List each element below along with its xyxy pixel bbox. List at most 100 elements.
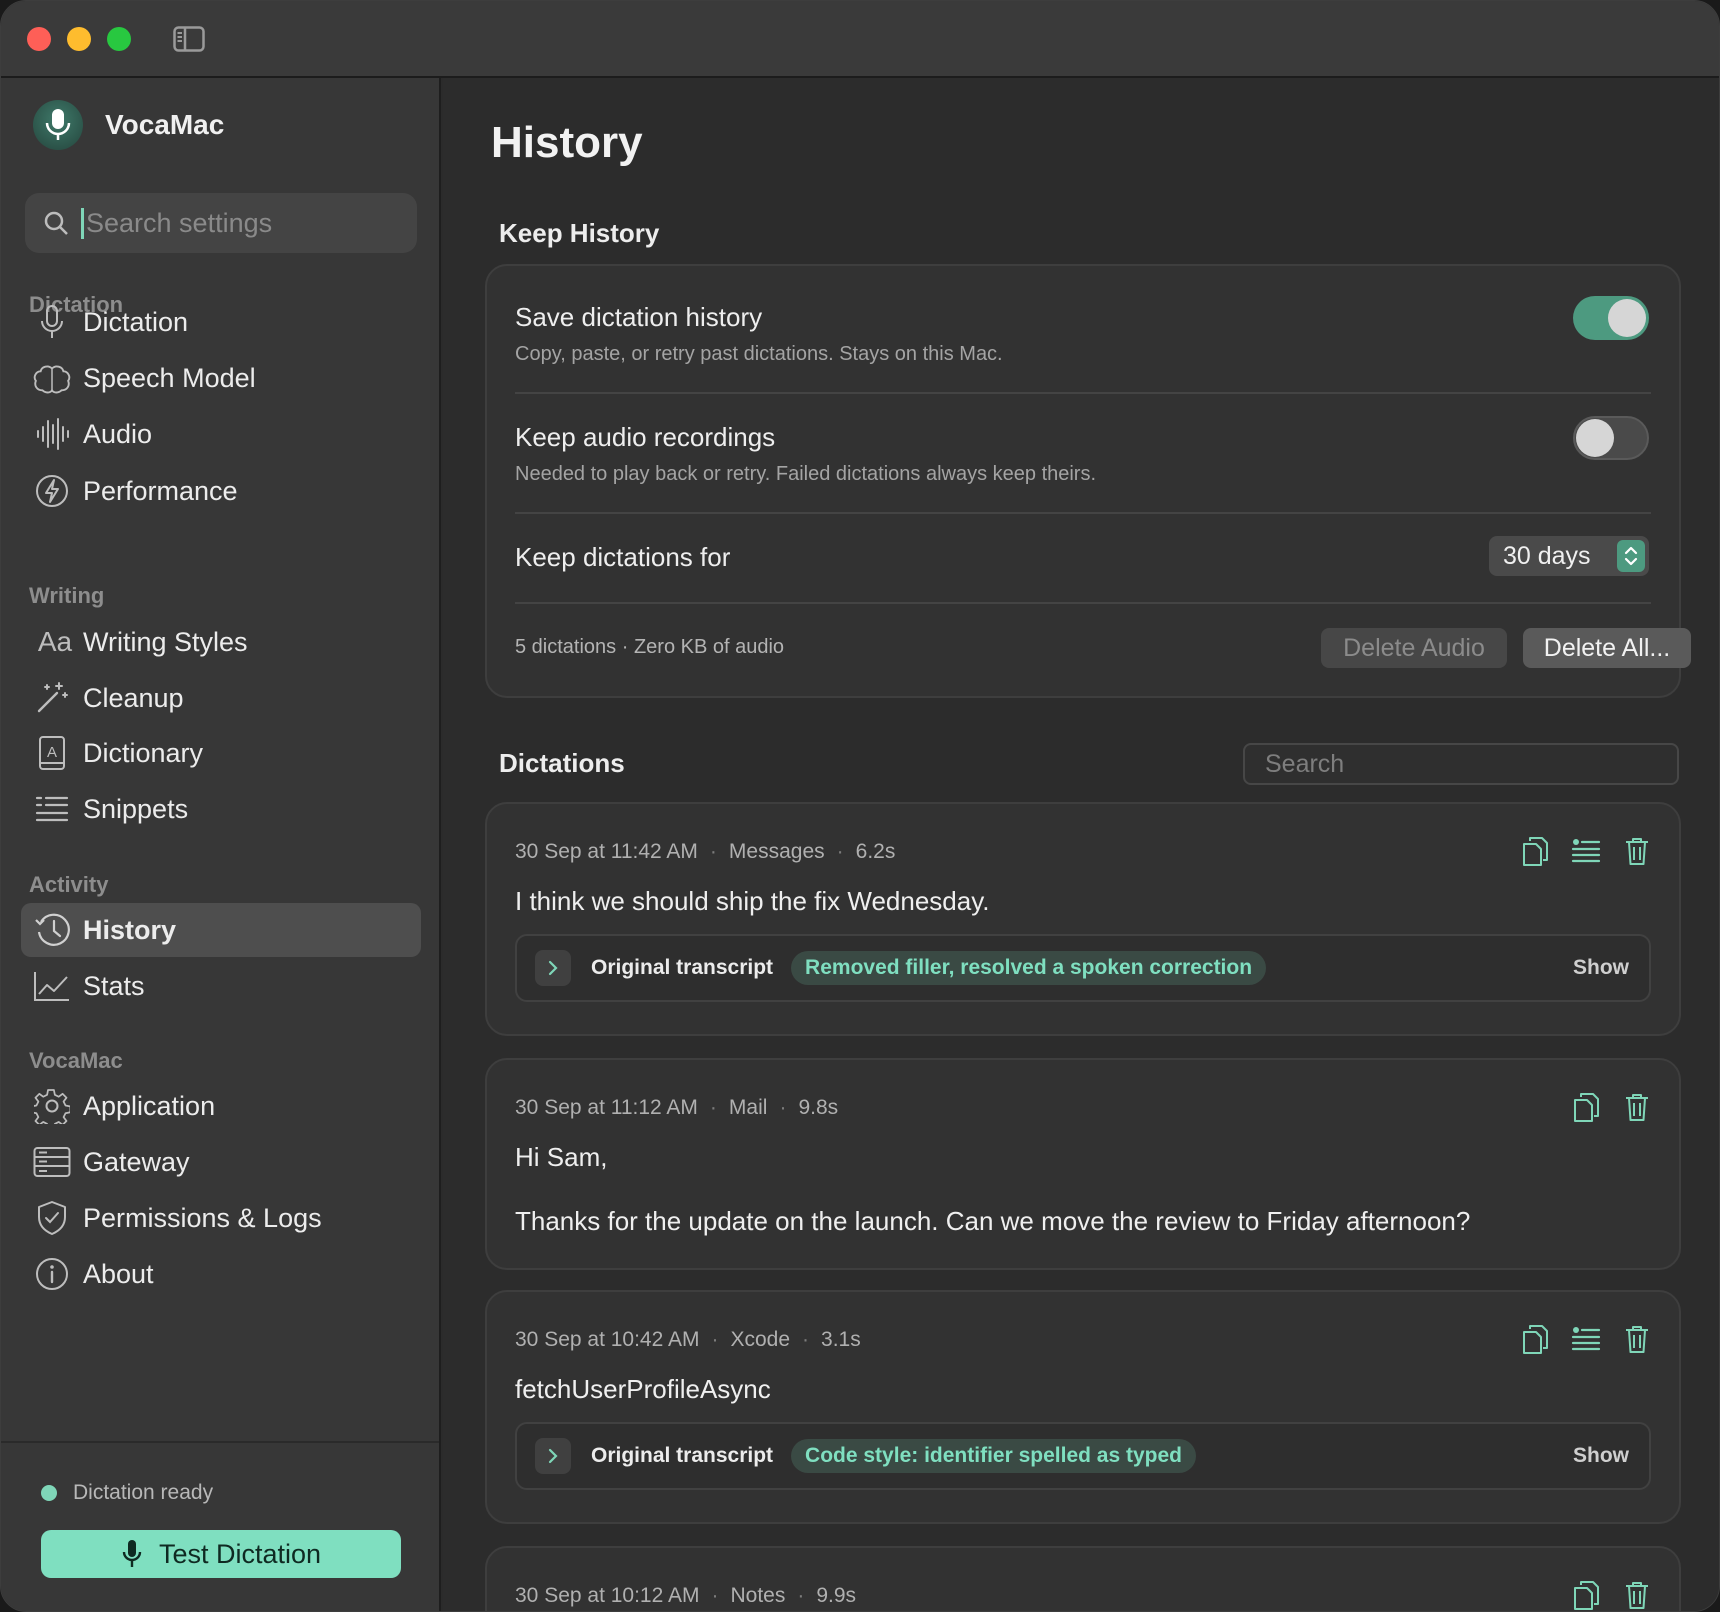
dictation-card: 30 Sep at 10:12 AM · Notes · 9.9s bbox=[485, 1546, 1681, 1611]
dictation-duration: 6.2s bbox=[855, 840, 896, 863]
trash-icon[interactable] bbox=[1621, 1322, 1653, 1356]
divider bbox=[515, 602, 1651, 604]
dictation-meta: 30 Sep at 10:42 AM · Xcode · 3.1s bbox=[515, 1328, 861, 1351]
keep-for-select[interactable]: 30 days bbox=[1489, 536, 1649, 576]
sidebar-item-dictation[interactable]: Dictation bbox=[21, 295, 421, 349]
dictation-duration: 9.8s bbox=[798, 1096, 839, 1119]
title-bar bbox=[1, 1, 1719, 78]
cleanup-badge: Removed filler, resolved a spoken correc… bbox=[791, 951, 1267, 985]
delete-all-button[interactable]: Delete All... bbox=[1523, 628, 1691, 668]
dictation-status: Dictation ready bbox=[41, 1481, 213, 1505]
keep-history-card: Save dictation history Copy, paste, or r… bbox=[485, 264, 1691, 698]
sidebar-item-label: Cleanup bbox=[83, 682, 184, 713]
svg-text:A: A bbox=[47, 744, 57, 761]
server-rack-icon bbox=[33, 1143, 71, 1181]
dictation-text-line-2[interactable]: Thanks for the update on the launch. Can… bbox=[515, 1206, 1470, 1237]
gear-icon bbox=[33, 1087, 71, 1125]
copy-icon[interactable] bbox=[1519, 1322, 1551, 1356]
transcript-list-icon[interactable] bbox=[1570, 1322, 1602, 1356]
sidebar-item-label: Dictation bbox=[83, 306, 189, 337]
sidebar-item-audio[interactable]: Audio bbox=[21, 407, 421, 461]
page-title: History bbox=[491, 118, 643, 167]
save-history-row: Save dictation history Copy, paste, or r… bbox=[515, 302, 1651, 366]
sidebar-item-gateway[interactable]: Gateway bbox=[21, 1135, 421, 1189]
dictation-card: 30 Sep at 11:12 AM · Mail · 9.8s Hi Sam, Tha… bbox=[485, 1058, 1681, 1270]
microphone-icon bbox=[33, 303, 71, 341]
minimize-window-button[interactable] bbox=[67, 27, 91, 51]
close-window-button[interactable] bbox=[27, 27, 51, 51]
divider bbox=[515, 392, 1651, 394]
zoom-window-button[interactable] bbox=[107, 27, 131, 51]
sidebar-item-stats[interactable]: Stats bbox=[21, 959, 421, 1013]
keep-audio-row: Keep audio recordings Needed to play bac… bbox=[515, 422, 1651, 486]
chevron-right-icon[interactable] bbox=[535, 1438, 571, 1474]
dictation-actions bbox=[1500, 1322, 1653, 1356]
dictation-actions bbox=[1551, 1090, 1653, 1124]
sidebar-item-snippets[interactable]: Snippets bbox=[21, 782, 421, 836]
sidebar-item-writing-styles[interactable]: Aa Writing Styles bbox=[21, 615, 421, 669]
sidebar-item-performance[interactable]: Performance bbox=[21, 464, 421, 518]
sidebar: VocaMac Dictation Dictation Speech Model bbox=[1, 78, 441, 1611]
sidebar-item-history[interactable]: History bbox=[21, 903, 421, 957]
sidebar-toggle-icon[interactable] bbox=[173, 26, 205, 52]
brand: VocaMac bbox=[33, 100, 224, 150]
copy-icon[interactable] bbox=[1570, 1090, 1602, 1124]
sidebar-item-label: Audio bbox=[83, 418, 153, 449]
dictation-card: 30 Sep at 11:42 AM · Messages · 6.2s I think… bbox=[485, 802, 1681, 1036]
dictionary-book-icon: A bbox=[33, 734, 71, 772]
show-transcript-button[interactable]: Show bbox=[1573, 1444, 1629, 1468]
delete-audio-button[interactable]: Delete Audio bbox=[1321, 628, 1507, 668]
dictations-search[interactable] bbox=[1243, 743, 1679, 785]
sidebar-item-dictionary[interactable]: A Dictionary bbox=[21, 726, 421, 780]
dictations-heading: Dictations bbox=[499, 748, 625, 778]
sidebar-item-label: Performance bbox=[83, 475, 238, 506]
save-history-subtitle: Copy, paste, or retry past dictations. S… bbox=[515, 343, 1003, 365]
main-content: History Keep History Save dictation hist… bbox=[443, 78, 1719, 1611]
keep-audio-toggle[interactable] bbox=[1573, 416, 1649, 460]
dictation-text[interactable]: I think we should ship the fix Wednesday… bbox=[515, 886, 990, 917]
sidebar-item-permissions-logs[interactable]: Permissions & Logs bbox=[21, 1191, 421, 1245]
test-dictation-button[interactable]: Test Dictation bbox=[41, 1530, 401, 1578]
dictations-search-input[interactable] bbox=[1265, 749, 1645, 779]
show-transcript-button[interactable]: Show bbox=[1573, 956, 1629, 980]
sidebar-item-about[interactable]: About bbox=[21, 1247, 421, 1301]
keep-audio-title: Keep audio recordings bbox=[515, 422, 776, 452]
original-transcript-row[interactable]: Original transcript Code style: identifi… bbox=[515, 1422, 1651, 1490]
keep-for-title: Keep dictations for bbox=[515, 542, 731, 572]
dictation-meta: 30 Sep at 10:12 AM · Notes · 9.9s bbox=[515, 1584, 857, 1607]
brain-icon bbox=[33, 359, 71, 397]
text-style-icon: Aa bbox=[37, 626, 73, 657]
sidebar-item-speech-model[interactable]: Speech Model bbox=[21, 351, 421, 405]
stepper-chevrons-icon bbox=[1617, 540, 1645, 572]
dictation-app: Notes bbox=[730, 1584, 786, 1607]
original-transcript-label: Original transcript bbox=[591, 956, 774, 979]
transcript-list-icon[interactable] bbox=[1570, 834, 1602, 868]
sidebar-item-application[interactable]: Application bbox=[21, 1079, 421, 1133]
divider bbox=[515, 512, 1651, 514]
sidebar-item-label: Application bbox=[83, 1090, 216, 1121]
dictation-time: 30 Sep at 10:12 AM bbox=[515, 1584, 700, 1607]
line-chart-icon bbox=[33, 967, 71, 1005]
sidebar-item-label: Stats bbox=[83, 970, 145, 1001]
settings-search-input[interactable] bbox=[81, 207, 401, 239]
dictation-meta: 30 Sep at 11:42 AM · Messages · 6.2s bbox=[515, 840, 896, 863]
dictation-text[interactable]: fetchUserProfileAsync bbox=[515, 1374, 771, 1405]
copy-icon[interactable] bbox=[1519, 834, 1551, 868]
microphone-logo-icon bbox=[33, 100, 83, 150]
snippets-list-icon bbox=[33, 790, 71, 828]
copy-icon[interactable] bbox=[1570, 1578, 1602, 1611]
save-history-toggle[interactable] bbox=[1573, 296, 1649, 340]
sidebar-item-label: About bbox=[83, 1258, 154, 1289]
trash-icon[interactable] bbox=[1621, 1578, 1653, 1611]
dictation-text-line-1[interactable]: Hi Sam, bbox=[515, 1142, 607, 1173]
app-window: VocaMac Dictation Dictation Speech Model bbox=[0, 0, 1720, 1612]
sidebar-item-label: Speech Model bbox=[83, 362, 256, 393]
search-icon bbox=[44, 211, 68, 235]
sidebar-item-cleanup[interactable]: Cleanup bbox=[21, 671, 421, 725]
chevron-right-icon[interactable] bbox=[535, 950, 571, 986]
settings-search[interactable] bbox=[25, 193, 417, 253]
dictation-duration: 3.1s bbox=[821, 1328, 861, 1351]
trash-icon[interactable] bbox=[1621, 834, 1653, 868]
original-transcript-row[interactable]: Original transcript Removed filler, reso… bbox=[515, 934, 1651, 1002]
trash-icon[interactable] bbox=[1621, 1090, 1653, 1124]
